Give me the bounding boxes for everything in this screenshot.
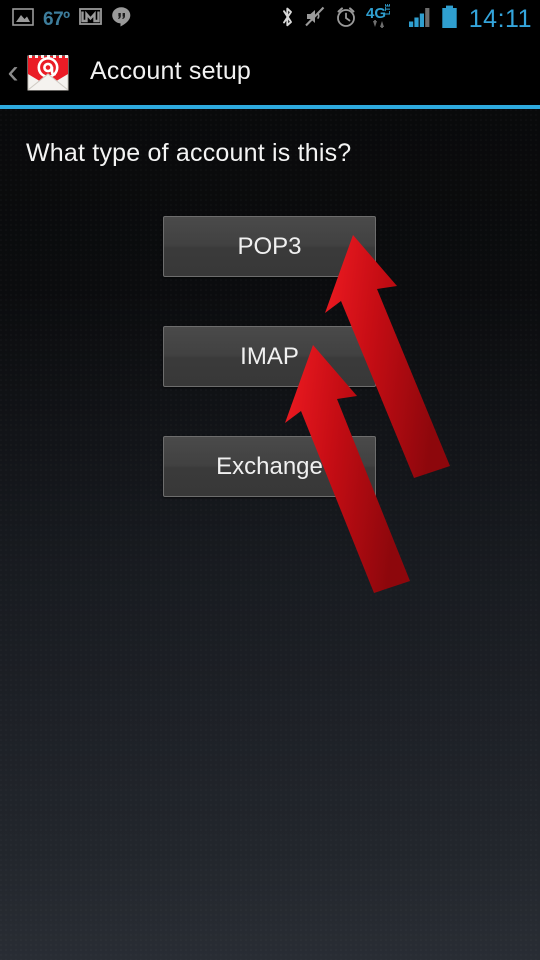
account-type-button-pop3[interactable]: POP3	[163, 216, 376, 277]
prompt-text: What type of account is this?	[26, 139, 352, 167]
temperature-indicator: 67º	[43, 8, 70, 30]
button-label: Exchange	[216, 452, 323, 480]
battery-icon	[441, 5, 458, 34]
button-label: IMAP	[240, 342, 299, 370]
hangouts-icon	[111, 6, 132, 32]
content-area: What type of account is this? POP3 IMAP …	[0, 109, 540, 960]
status-bar-right-group: 4G LTE 14:11	[280, 1, 540, 35]
mute-icon	[304, 6, 326, 32]
account-type-button-exchange[interactable]: Exchange	[163, 436, 376, 497]
photo-gallery-icon	[12, 7, 34, 32]
bluetooth-icon	[280, 6, 295, 33]
status-bar-clock: 14:11	[468, 4, 532, 33]
page-title: Account setup	[90, 57, 252, 85]
svg-text:LTE: LTE	[385, 4, 392, 15]
alarm-icon	[335, 6, 357, 33]
email-at-envelope-icon	[24, 48, 72, 96]
signal-bars-icon	[408, 6, 432, 33]
accent-divider	[0, 105, 540, 109]
network-4g-lte-icon: 4G LTE	[366, 1, 399, 35]
back-chevron-icon[interactable]: ‹	[2, 55, 24, 89]
button-label: POP3	[237, 232, 302, 260]
action-bar: ‹ Account setup	[0, 38, 540, 105]
phone-screen: 67º 4G LTE 14:11 ‹ Account setup What ty…	[0, 0, 540, 960]
status-bar[interactable]: 67º 4G LTE 14:11	[0, 0, 540, 38]
svg-text:4G: 4G	[366, 5, 386, 22]
gmail-icon	[78, 7, 102, 31]
account-type-button-imap[interactable]: IMAP	[163, 326, 376, 387]
status-bar-left-group: 67º	[0, 6, 132, 32]
